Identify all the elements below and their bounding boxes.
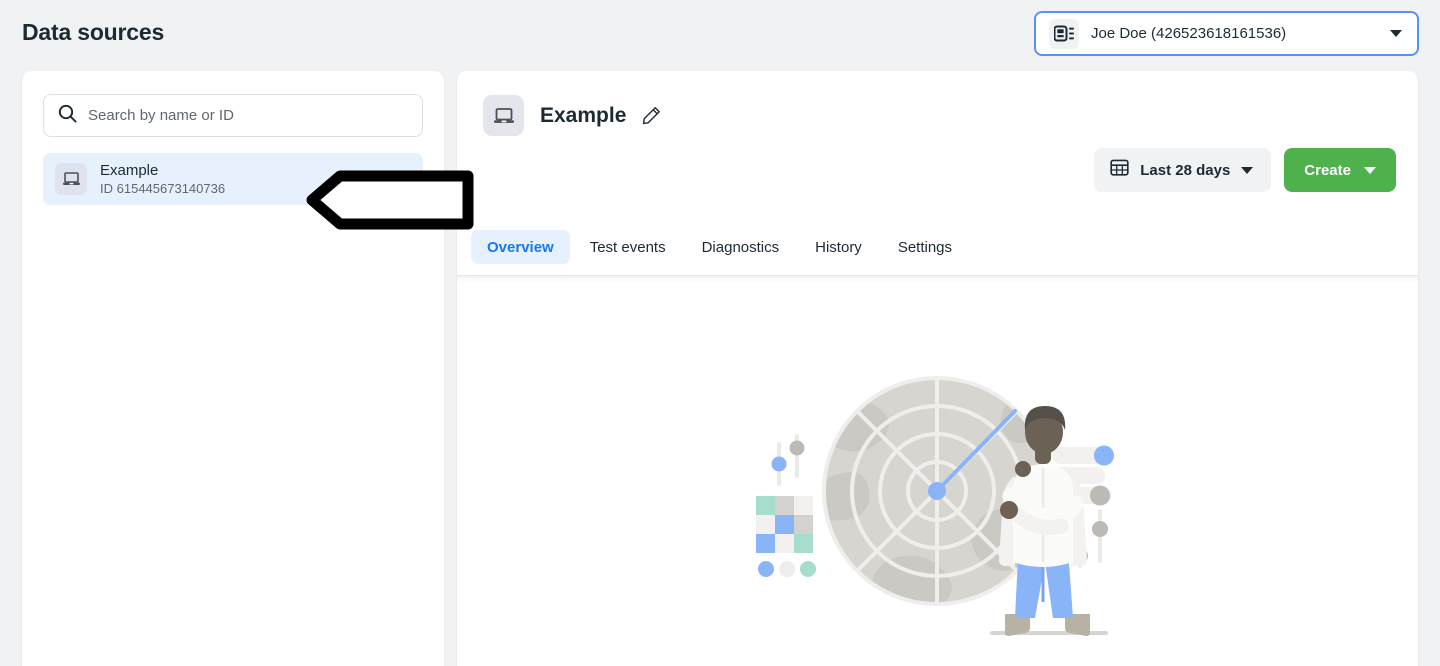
page-title: Data sources	[22, 19, 164, 46]
date-range-label: Last 28 days	[1140, 162, 1230, 179]
detail-header: Example	[457, 71, 1418, 202]
date-range-picker[interactable]: Last 28 days	[1094, 148, 1271, 192]
account-selector[interactable]: Joe Doe (426523618161536)	[1034, 11, 1419, 56]
search-input[interactable]: Search by name or ID	[43, 94, 423, 137]
laptop-icon	[483, 95, 524, 136]
data-sources-page: Data sources Joe Doe (426523618161536)	[0, 0, 1440, 666]
chevron-down-icon	[1364, 167, 1376, 174]
account-selector-label: Joe Doe (426523618161536)	[1091, 25, 1378, 42]
data-source-detail-panel: Example	[457, 71, 1418, 666]
chevron-down-icon	[1390, 30, 1402, 37]
pencil-icon[interactable]	[642, 106, 661, 125]
create-button[interactable]: Create	[1284, 148, 1396, 192]
create-button-label: Create	[1304, 162, 1351, 179]
list-item-texts: Example ID 615445673140736	[100, 162, 225, 197]
detail-title-row: Example	[483, 95, 661, 136]
laptop-icon	[55, 163, 87, 195]
chevron-down-icon	[1241, 167, 1253, 174]
detail-actions: Last 28 days Create	[1094, 148, 1396, 192]
data-sources-list-panel: Search by name or ID Example ID 61544567…	[22, 71, 444, 666]
tab-diagnostics[interactable]: Diagnostics	[686, 230, 796, 264]
list-item-name: Example	[100, 162, 225, 180]
tab-history[interactable]: History	[799, 230, 878, 264]
tab-overview[interactable]: Overview	[471, 230, 570, 264]
page-title: Example	[540, 104, 626, 128]
calendar-icon	[1110, 158, 1129, 182]
tab-settings[interactable]: Settings	[882, 230, 968, 264]
list-item-id: ID 615445673140736	[100, 181, 225, 197]
tab-bar-shadow	[457, 276, 1418, 282]
search-icon	[58, 104, 77, 128]
tab-bar: Overview Test events Diagnostics History…	[471, 230, 968, 264]
radar-globe-person-illustration	[747, 366, 1137, 656]
ad-account-icon	[1049, 19, 1079, 49]
top-bar: Data sources Joe Doe (426523618161536)	[0, 0, 1440, 66]
tab-test-events[interactable]: Test events	[574, 230, 682, 264]
search-placeholder: Search by name or ID	[88, 107, 234, 124]
list-item[interactable]: Example ID 615445673140736	[43, 153, 423, 205]
